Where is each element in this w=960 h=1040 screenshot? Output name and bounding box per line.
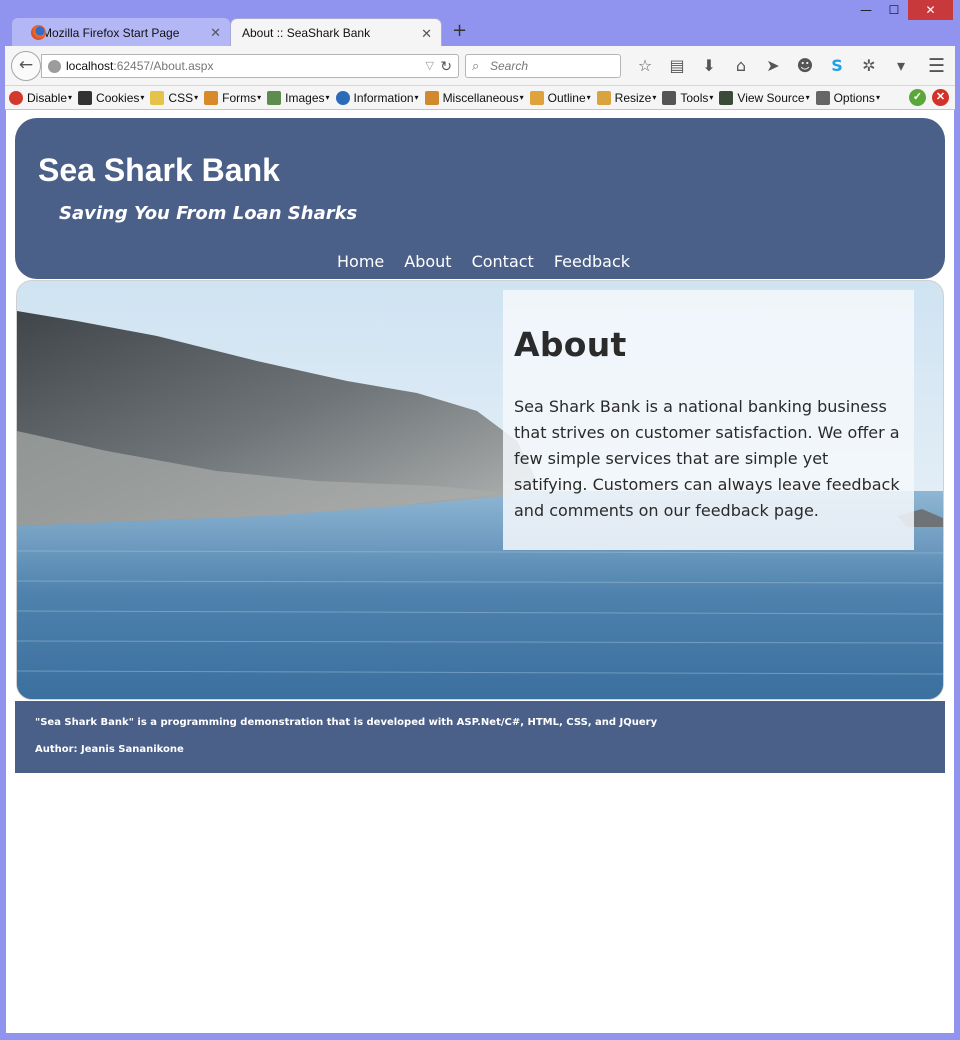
forms-icon	[204, 90, 219, 105]
devbar-item-disable[interactable]: Disable ▾	[9, 90, 72, 105]
footer-description: "Sea Shark Bank" is a programming demons…	[35, 717, 658, 728]
devbar-item-view-source[interactable]: View Source ▾	[719, 90, 810, 105]
new-tab-button[interactable]: +	[452, 20, 467, 41]
options-icon	[815, 90, 830, 105]
view-source-icon	[719, 90, 734, 105]
devbar-item-css[interactable]: CSS ▾	[150, 90, 198, 105]
search-input[interactable]: ⌕ Search	[465, 54, 621, 78]
back-button[interactable]: ←	[11, 51, 41, 81]
error-icon[interactable]: ✕	[932, 89, 949, 106]
page-viewport: Sea Shark Bank Saving You From Loan Shar…	[6, 110, 954, 1033]
skype-icon[interactable]: S	[821, 56, 853, 76]
download-icon[interactable]: ⬇	[693, 56, 725, 76]
nav-link-about[interactable]: About	[404, 252, 451, 271]
reading-list-icon[interactable]: ▤	[661, 56, 693, 76]
emoji-icon[interactable]: ☻	[789, 56, 821, 76]
about-card: About Sea Shark Bank is a national banki…	[503, 290, 914, 550]
globe-icon	[48, 60, 61, 73]
footer-author: Author: Jeanis Sananikone	[35, 744, 184, 755]
site-nav: Home About Contact Feedback	[337, 252, 650, 271]
url-host: localhost	[66, 59, 114, 73]
url-dropdown-icon[interactable]: ▽	[426, 55, 434, 77]
send-icon[interactable]: ➤	[757, 56, 789, 76]
url-bar[interactable]: localhost:62457/About.aspx ▽ ↻	[41, 54, 459, 78]
images-icon	[267, 90, 282, 105]
tab-firefox-start[interactable]: Mozilla Firefox Start Page ✕	[12, 18, 230, 47]
site-header: Sea Shark Bank Saving You From Loan Shar…	[15, 118, 945, 279]
search-placeholder: Search	[490, 59, 529, 73]
minimize-button[interactable]: —	[852, 0, 880, 20]
devbar-item-miscellaneous[interactable]: Miscellaneous ▾	[424, 90, 524, 105]
url-path: :62457/About.aspx	[113, 59, 214, 73]
bug-icon[interactable]: ✲	[853, 56, 885, 76]
tab-close-icon[interactable]: ✕	[421, 26, 432, 42]
devbar-item-images[interactable]: Images ▾	[267, 90, 330, 105]
devbar-item-resize[interactable]: Resize ▾	[596, 90, 656, 105]
site-footer: "Sea Shark Bank" is a programming demons…	[15, 701, 945, 773]
devbar-item-options[interactable]: Options ▾	[815, 90, 880, 105]
information-icon	[335, 90, 350, 105]
site-tagline: Saving You From Loan Sharks	[59, 203, 358, 224]
nav-link-contact[interactable]: Contact	[472, 252, 534, 271]
maximize-button[interactable]: ☐	[880, 0, 908, 20]
tab-label: Mozilla Firefox Start Page	[42, 25, 180, 40]
miscellaneous-icon	[424, 90, 439, 105]
back-arrow-icon: ←	[18, 55, 34, 75]
browser-window: — ☐ ✕ Mozilla Firefox Start Page ✕ About…	[0, 0, 960, 1040]
dropdown-icon[interactable]: ▾	[885, 56, 917, 76]
web-developer-toolbar: Disable ▾ Cookies ▾ CSS ▾ Forms ▾ Images ▾ In…	[5, 86, 955, 110]
resize-icon	[596, 90, 611, 105]
devbar-item-cookies[interactable]: Cookies ▾	[78, 90, 144, 105]
cookies-icon	[78, 90, 93, 105]
devbar-item-outline[interactable]: Outline ▾	[529, 90, 591, 105]
nav-link-feedback[interactable]: Feedback	[554, 252, 630, 271]
devbar-item-forms[interactable]: Forms ▾	[204, 90, 261, 105]
tab-close-icon[interactable]: ✕	[210, 25, 221, 41]
navigation-toolbar: ← localhost:62457/About.aspx ▽ ↻ ⌕ Searc…	[5, 46, 955, 86]
css-icon	[150, 90, 165, 105]
close-window-button[interactable]: ✕	[908, 0, 953, 20]
devbar-item-information[interactable]: Information ▾	[335, 90, 419, 105]
about-heading: About	[514, 325, 627, 364]
firefox-icon	[31, 25, 46, 40]
home-icon[interactable]: ⌂	[725, 56, 757, 76]
devbar-status: ✓ ✕	[903, 89, 949, 106]
check-icon[interactable]: ✓	[909, 89, 926, 106]
reload-icon[interactable]: ↻	[440, 55, 452, 77]
menu-icon[interactable]: ☰	[928, 55, 945, 77]
outline-icon	[529, 90, 544, 105]
toolbar-icons: ☆ ▤ ⬇ ⌂ ➤ ☻ S ✲ ▾	[629, 56, 917, 76]
star-icon[interactable]: ☆	[629, 56, 661, 76]
devbar-item-tools[interactable]: Tools ▾	[662, 90, 713, 105]
tab-label: About :: SeaShark Bank	[242, 26, 371, 40]
site-title: Sea Shark Bank	[38, 152, 280, 188]
nav-link-home[interactable]: Home	[337, 252, 384, 271]
tab-about[interactable]: About :: SeaShark Bank ✕	[230, 18, 442, 47]
disable-icon	[9, 90, 23, 105]
about-text: Sea Shark Bank is a national banking bus…	[514, 397, 900, 520]
search-icon: ⌕	[472, 58, 480, 73]
tab-strip: — ☐ ✕ Mozilla Firefox Start Page ✕ About…	[0, 0, 960, 47]
tools-icon	[662, 90, 677, 105]
window-controls: — ☐ ✕	[852, 0, 953, 22]
